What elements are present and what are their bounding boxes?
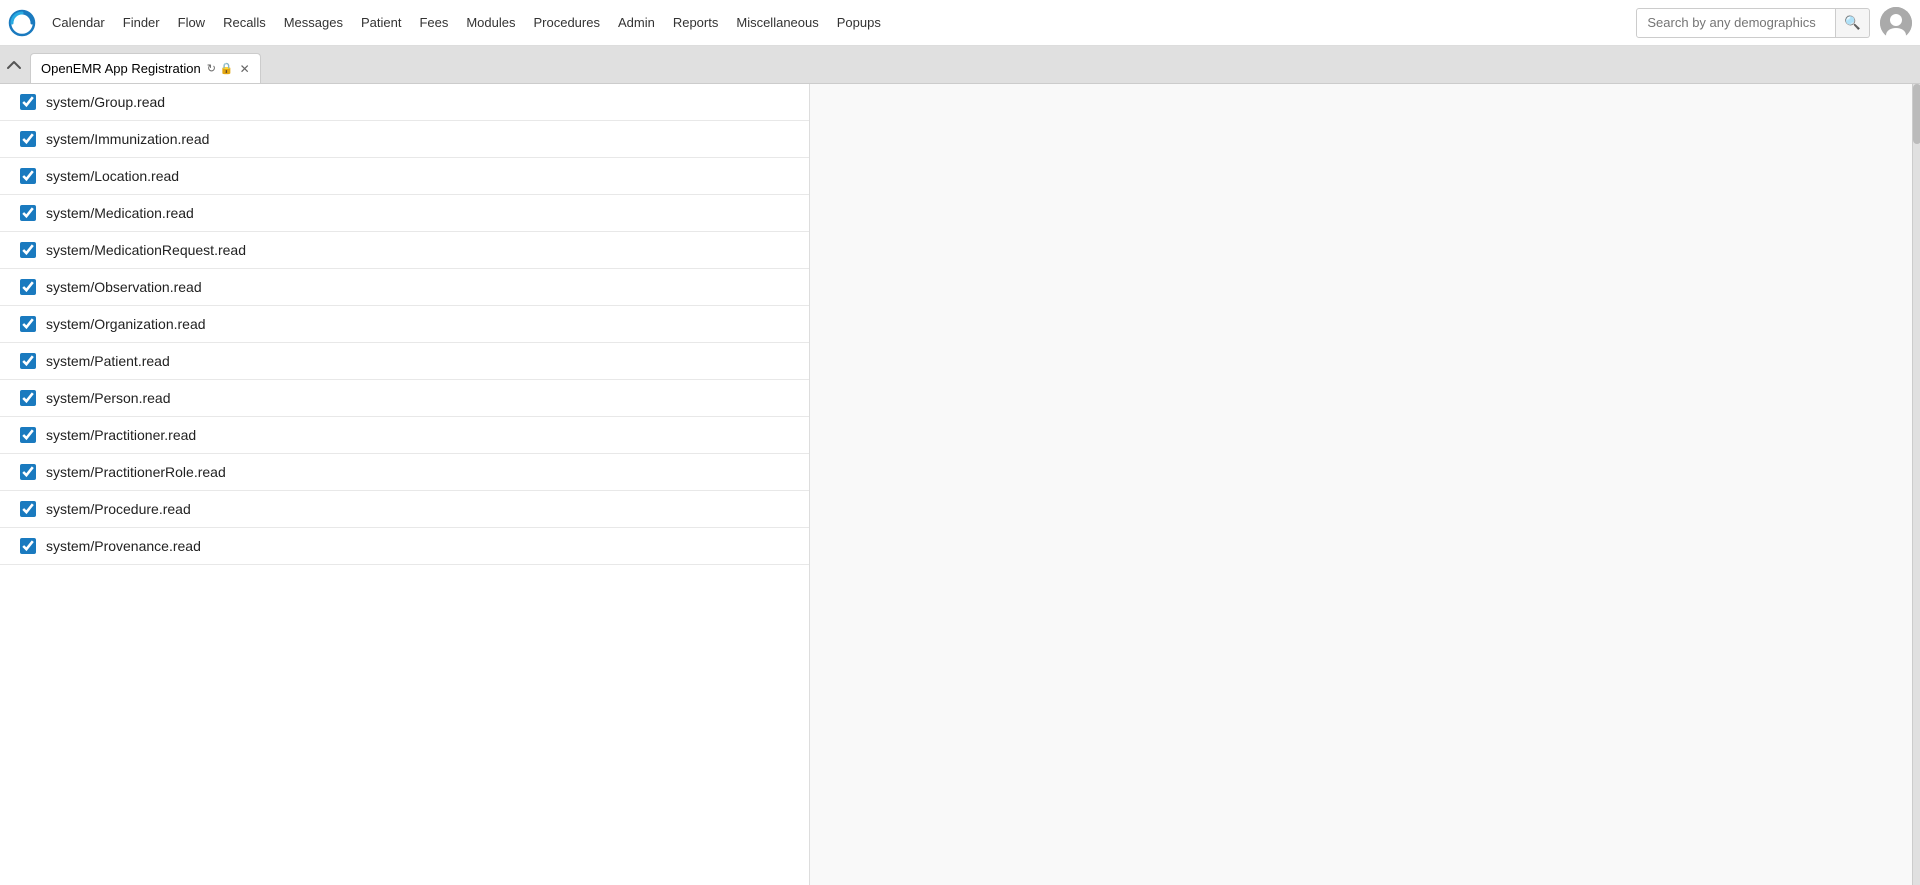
tab-openemr-app-registration[interactable]: OpenEMR App Registration ↻ 🔒 ✕ bbox=[30, 53, 261, 83]
nav-recalls[interactable]: Recalls bbox=[215, 11, 274, 34]
list-item: system/Observation.read bbox=[0, 269, 809, 306]
scope-checkbox-cb12[interactable] bbox=[20, 501, 36, 517]
scope-label-cb3: system/Location.read bbox=[46, 168, 179, 184]
list-item: system/Medication.read bbox=[0, 195, 809, 232]
scope-label-cb5: system/MedicationRequest.read bbox=[46, 242, 246, 258]
search-area: 🔍 bbox=[1636, 8, 1870, 38]
right-panel bbox=[810, 84, 1920, 885]
main-navigation: Calendar Finder Flow Recalls Messages Pa… bbox=[44, 11, 1636, 34]
nav-admin[interactable]: Admin bbox=[610, 11, 663, 34]
list-item: system/MedicationRequest.read bbox=[0, 232, 809, 269]
list-item: system/Procedure.read bbox=[0, 491, 809, 528]
scope-checkbox-cb3[interactable] bbox=[20, 168, 36, 184]
list-item: system/Patient.read bbox=[0, 343, 809, 380]
list-item: system/Person.read bbox=[0, 380, 809, 417]
scope-checkbox-cb11[interactable] bbox=[20, 464, 36, 480]
scope-label-cb1: system/Group.read bbox=[46, 94, 165, 110]
list-item: system/PractitionerRole.read bbox=[0, 454, 809, 491]
main-content: system/Group.read system/Immunization.rea… bbox=[0, 84, 1920, 885]
nav-finder[interactable]: Finder bbox=[115, 11, 168, 34]
tab-minimizer-button[interactable] bbox=[0, 46, 28, 84]
list-item: system/Organization.read bbox=[0, 306, 809, 343]
nav-fees[interactable]: Fees bbox=[411, 11, 456, 34]
tab-title: OpenEMR App Registration bbox=[41, 61, 201, 76]
nav-miscellaneous[interactable]: Miscellaneous bbox=[728, 11, 826, 34]
nav-patient[interactable]: Patient bbox=[353, 11, 409, 34]
right-scrollbar[interactable] bbox=[1912, 84, 1920, 885]
scope-checkbox-cb8[interactable] bbox=[20, 353, 36, 369]
scope-checkbox-cb1[interactable] bbox=[20, 94, 36, 110]
scope-label-cb12: system/Procedure.read bbox=[46, 501, 191, 517]
tab-action-icons: ↻ 🔒 ✕ bbox=[207, 62, 250, 76]
tab-bar: OpenEMR App Registration ↻ 🔒 ✕ bbox=[0, 46, 1920, 84]
scope-label-cb10: system/Practitioner.read bbox=[46, 427, 196, 443]
scrollbar-thumb bbox=[1913, 84, 1920, 144]
scope-checkbox-cb4[interactable] bbox=[20, 205, 36, 221]
tab-close-button[interactable]: ✕ bbox=[240, 62, 250, 76]
list-item: system/Provenance.read bbox=[0, 528, 809, 565]
scope-checkbox-cb5[interactable] bbox=[20, 242, 36, 258]
scope-label-cb8: system/Patient.read bbox=[46, 353, 170, 369]
list-item: system/Location.read bbox=[0, 158, 809, 195]
scope-label-cb9: system/Person.read bbox=[46, 390, 171, 406]
scope-checkbox-cb9[interactable] bbox=[20, 390, 36, 406]
search-input[interactable] bbox=[1636, 8, 1836, 38]
nav-procedures[interactable]: Procedures bbox=[525, 11, 607, 34]
scope-checkbox-cb7[interactable] bbox=[20, 316, 36, 332]
top-navigation-bar: Calendar Finder Flow Recalls Messages Pa… bbox=[0, 0, 1920, 46]
tab-refresh-icon[interactable]: ↻ bbox=[207, 62, 216, 75]
search-button[interactable]: 🔍 bbox=[1836, 8, 1870, 38]
scope-checkbox-cb10[interactable] bbox=[20, 427, 36, 443]
scope-label-cb2: system/Immunization.read bbox=[46, 131, 209, 147]
scope-checkbox-cb13[interactable] bbox=[20, 538, 36, 554]
list-item: system/Practitioner.read bbox=[0, 417, 809, 454]
nav-modules[interactable]: Modules bbox=[458, 11, 523, 34]
list-item: system/Immunization.read bbox=[0, 121, 809, 158]
nav-reports[interactable]: Reports bbox=[665, 11, 727, 34]
nav-flow[interactable]: Flow bbox=[170, 11, 213, 34]
nav-calendar[interactable]: Calendar bbox=[44, 11, 113, 34]
scope-checkbox-cb2[interactable] bbox=[20, 131, 36, 147]
search-icon: 🔍 bbox=[1844, 15, 1861, 30]
scope-label-cb4: system/Medication.read bbox=[46, 205, 194, 221]
nav-popups[interactable]: Popups bbox=[829, 11, 889, 34]
tab-lock-icon[interactable]: 🔒 bbox=[220, 62, 234, 75]
checkbox-list-panel: system/Group.read system/Immunization.rea… bbox=[0, 84, 810, 885]
scope-label-cb13: system/Provenance.read bbox=[46, 538, 201, 554]
scope-label-cb6: system/Observation.read bbox=[46, 279, 202, 295]
app-logo bbox=[8, 9, 36, 37]
list-item: system/Group.read bbox=[0, 84, 809, 121]
nav-messages[interactable]: Messages bbox=[276, 11, 351, 34]
scope-label-cb11: system/PractitionerRole.read bbox=[46, 464, 226, 480]
scope-checkbox-cb6[interactable] bbox=[20, 279, 36, 295]
scope-label-cb7: system/Organization.read bbox=[46, 316, 206, 332]
user-avatar[interactable] bbox=[1880, 7, 1912, 39]
